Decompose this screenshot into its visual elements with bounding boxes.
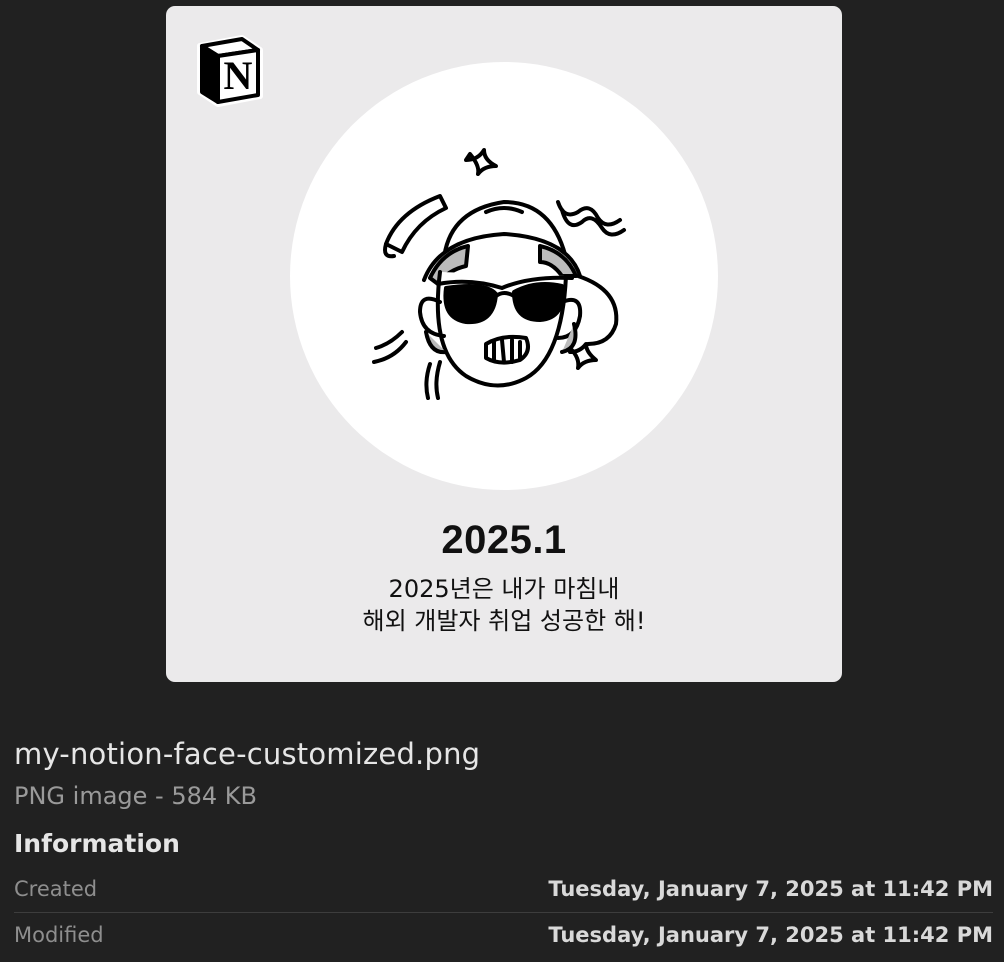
row-divider [14, 912, 993, 913]
notion-face-illustration [372, 148, 626, 400]
card-caption-line-1: 2025년은 내가 마침내 [388, 575, 620, 603]
file-name: my-notion-face-customized.png [14, 737, 481, 771]
notion-logo-icon: N [197, 35, 263, 107]
file-kind-size: PNG image - 584 KB [14, 782, 257, 810]
file-info-panel: N 2025.1 2025년은 내가 마침내 해외 개발자 취업 성공한 해! … [0, 0, 1004, 962]
info-row-created: Created Tuesday, January 7, 2025 at 11:4… [14, 869, 993, 909]
card-caption: 2025년은 내가 마침내 해외 개발자 취업 성공한 해! [166, 573, 842, 637]
card-caption-line-2: 해외 개발자 취업 성공한 해! [362, 607, 646, 635]
image-preview[interactable]: N 2025.1 2025년은 내가 마침내 해외 개발자 취업 성공한 해! [166, 6, 842, 682]
information-section-title[interactable]: Information [14, 829, 180, 858]
svg-text:N: N [224, 53, 253, 98]
card-year-heading: 2025.1 [441, 518, 567, 562]
created-label: Created [14, 877, 98, 901]
modified-value: Tuesday, January 7, 2025 at 11:42 PM [548, 923, 993, 947]
created-value: Tuesday, January 7, 2025 at 11:42 PM [548, 877, 993, 901]
info-row-modified: Modified Tuesday, January 7, 2025 at 11:… [14, 915, 993, 955]
modified-label: Modified [14, 923, 104, 947]
avatar-circle [290, 62, 718, 490]
